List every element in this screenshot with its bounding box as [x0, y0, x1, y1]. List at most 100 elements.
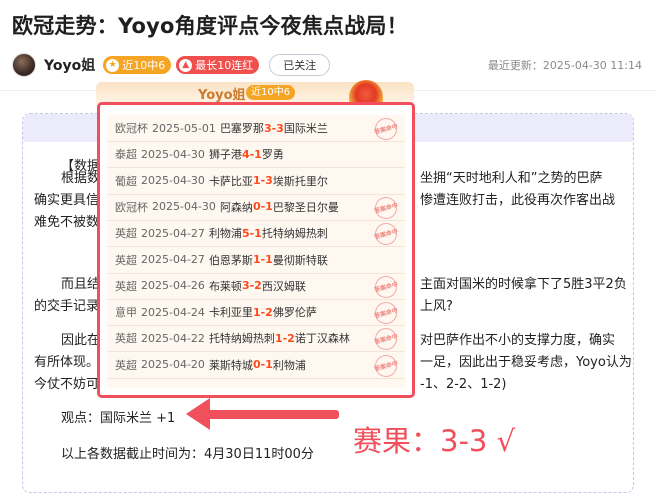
record-date: 2025-04-24	[141, 305, 205, 319]
record-row[interactable]: 英超 2025-04-27 伯恩茅斯 1 - 1 曼彻斯特联	[107, 247, 405, 274]
record-row[interactable]: 欧冠杯 2025-05-01 巴塞罗那 3 - 3 国际米兰 答案命中	[107, 115, 405, 143]
record-away-score: 1	[265, 200, 273, 214]
record-away-score: 1	[254, 226, 262, 240]
record-row[interactable]: 葡超 2025-04-30 卡萨比亚 1 - 3 埃斯托里尔	[107, 168, 405, 195]
record-home-score: 1	[252, 305, 261, 319]
record-date: 2025-04-30	[141, 147, 205, 161]
streak-badge: ★ 近10中6	[103, 56, 172, 74]
record-row[interactable]: 英超 2025-04-26 布莱顿 3 - 2 西汉姆联 答案命中	[107, 273, 405, 301]
updated-label: 最近更新：	[487, 59, 543, 72]
record-home-score: 3	[241, 279, 250, 293]
hot-badge: ▲ 最长10连红	[176, 56, 260, 74]
body-text: 根据数	[61, 171, 101, 186]
record-row[interactable]: 欧冠杯 2025-04-30 阿森纳 0 - 1 巴黎圣日尔曼 答案命中	[107, 194, 405, 222]
record-away-team: 曼彻斯特联	[272, 253, 328, 267]
popup-streak-badge: 近10中6	[246, 85, 296, 100]
record-league: 英超	[115, 279, 137, 293]
body-text: 惨遭连败打击，此役再次作客出战	[420, 193, 616, 208]
record-list: 欧冠杯 2025-05-01 巴塞罗那 3 - 3 国际米兰 答案命中 泰超 2025-04-…	[107, 115, 405, 388]
record-away-score: 3	[276, 121, 284, 135]
record-league: 意甲	[115, 306, 137, 320]
record-league: 英超	[115, 358, 137, 372]
body-text: 今仗不妨可	[34, 377, 100, 392]
record-league: 泰超	[115, 148, 137, 162]
streak-badge-label: 近10中6	[122, 59, 166, 72]
record-home-team: 狮子港	[208, 148, 242, 162]
record-away-team: 罗勇	[261, 148, 284, 162]
record-home-score: 3	[263, 121, 272, 135]
record-popup: 欧冠杯 2025-05-01 巴塞罗那 3 - 3 国际米兰 答案命中 泰超 2025-04-…	[97, 102, 415, 398]
body-text: 的交手记录	[34, 299, 100, 314]
popup-author-name: Yoyo姐	[198, 88, 246, 103]
left-arrow-icon	[186, 398, 210, 430]
record-date: 2025-04-20	[141, 358, 205, 372]
body-text: -1、2-2、1-2)	[420, 377, 507, 392]
follow-button[interactable]: 已关注	[269, 54, 331, 76]
record-away-team: 国际米兰	[283, 122, 328, 135]
record-home-score: 1	[274, 331, 283, 345]
record-row[interactable]: 泰超 2025-04-30 狮子港 4 - 1 罗勇	[107, 141, 405, 169]
hit-stamp-icon: 答案命中	[372, 273, 400, 301]
record-row[interactable]: 英超 2025-04-20 莱斯特城 0 - 1 利物浦 答案命中	[107, 352, 405, 380]
body-text: 主面对国米的时候拿下了5胜3平2负	[420, 277, 627, 292]
body-text: 因此在	[61, 333, 101, 348]
star-icon: ★	[106, 58, 120, 72]
pointer-arrow-shaft	[203, 410, 339, 419]
hot-badge-label: 最长10连红	[195, 59, 254, 72]
record-home-team: 卡萨比亚	[208, 174, 253, 188]
record-home-team: 伯恩茅斯	[208, 253, 253, 267]
record-away-team: 埃斯托里尔	[272, 174, 328, 188]
record-home-score: 0	[252, 358, 261, 372]
record-league: 欧冠杯	[115, 200, 148, 214]
body-text: 一足，因此出于稳妥考虑，Yoyo认为	[420, 355, 632, 370]
record-date: 2025-04-27	[141, 253, 205, 266]
data-cutoff-text: 以上各数据截止时间为：4月30日11时00分	[61, 447, 314, 462]
body-text: 确实更具信	[34, 193, 100, 208]
hit-stamp-icon: 答案命中	[372, 352, 400, 380]
record-row[interactable]: 英超 2025-04-27 利物浦 5 - 1 托特纳姆热刺 答案命中	[107, 220, 405, 248]
record-home-score: 0	[252, 200, 261, 214]
updated-info: 最近更新：2025-04-30 11:14	[488, 57, 642, 73]
record-home-team: 巴塞罗那	[219, 122, 264, 135]
record-away-team: 托特纳姆热刺	[261, 227, 328, 241]
hit-stamp-icon: 答案命中	[372, 299, 400, 327]
record-home-score: 5	[241, 226, 250, 240]
body-text: 而且结	[61, 277, 101, 292]
record-row[interactable]: 英超 2025-04-22 托特纳姆热刺 1 - 2 诺丁汉森林 答案命中	[107, 325, 405, 353]
hit-stamp-icon: 答案命中	[372, 325, 400, 353]
record-home-team: 托特纳姆热刺	[208, 332, 275, 346]
viewpoint-text: 观点：国际米兰 +1	[61, 411, 176, 426]
record-home-score: 4	[241, 147, 250, 161]
author-name[interactable]: Yoyo姐	[44, 55, 95, 75]
record-home-team: 阿森纳	[219, 200, 253, 214]
record-away-team: 利物浦	[272, 358, 306, 372]
body-text: 坐拥“天时地利人和”之势的巴萨	[420, 171, 603, 186]
record-away-team: 诺丁汉森林	[294, 332, 350, 346]
record-home-team: 卡利亚里	[208, 306, 253, 320]
record-date: 2025-04-22	[141, 331, 205, 345]
body-text: 难免不被数	[34, 215, 100, 230]
page-title: 欧冠走势：Yoyo角度评点今夜焦点战局！	[12, 14, 408, 38]
hit-stamp-icon: 答案命中	[372, 220, 400, 248]
record-league: 英超	[115, 332, 137, 346]
record-home-score: 1	[252, 174, 261, 188]
result-annotation: 赛果：3-3 √	[353, 424, 516, 458]
record-row[interactable]: 意甲 2025-04-24 卡利亚里 1 - 2 佛罗伦萨 答案命中	[107, 299, 405, 327]
hit-stamp-icon: 答案命中	[372, 194, 400, 222]
flame-icon: ▲	[179, 58, 193, 72]
record-away-score: 2	[287, 331, 295, 345]
record-league: 英超	[115, 227, 137, 241]
body-text: 上风?	[420, 299, 453, 314]
updated-time: 2025-04-30 11:14	[542, 59, 642, 72]
record-date: 2025-04-27	[141, 226, 205, 240]
record-away-score: 1	[265, 253, 273, 266]
record-home-team: 布莱顿	[208, 279, 242, 293]
record-away-score: 1	[254, 147, 262, 161]
hit-stamp-icon: 答案命中	[372, 115, 400, 143]
record-date: 2025-04-30	[141, 174, 205, 188]
record-away-team: 巴黎圣日尔曼	[272, 200, 339, 214]
record-away-score: 2	[254, 279, 262, 293]
avatar[interactable]	[12, 53, 36, 77]
body-text: 对巴萨作出不小的支撑力度，确实	[420, 333, 616, 348]
record-league: 英超	[115, 253, 137, 267]
